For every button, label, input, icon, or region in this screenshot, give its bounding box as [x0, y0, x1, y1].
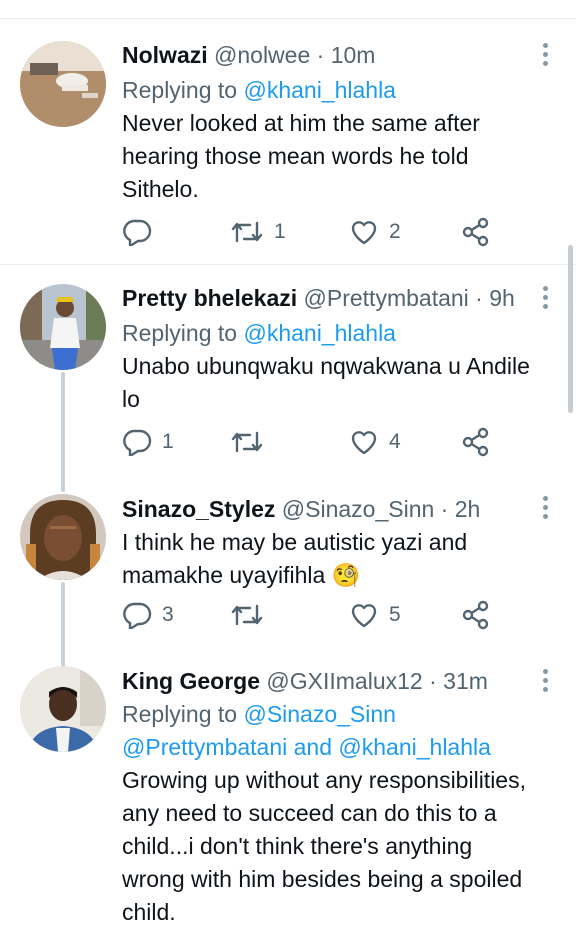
- share-icon: [462, 600, 489, 630]
- avatar-king-george[interactable]: [20, 666, 106, 752]
- thread-connector: [61, 582, 65, 667]
- display-name[interactable]: Sinazo_Stylez: [122, 496, 275, 522]
- tweet-header: Pretty bhelekazi @Prettymbatani · 9h: [122, 283, 540, 313]
- share-button[interactable]: [462, 427, 492, 457]
- user-handle[interactable]: @nolwee: [214, 42, 310, 68]
- replying-to-prefix: Replying to: [122, 701, 244, 727]
- more-icon[interactable]: [542, 669, 550, 696]
- reply-count: 3: [162, 603, 174, 626]
- reply-count: 1: [162, 430, 174, 453]
- tweet-text: Unabo ubunqwaku nqwakwana u Andile lo: [122, 350, 540, 416]
- tweet-text-segment: mamakhe uyayifihla: [122, 562, 326, 588]
- retweet-button[interactable]: [230, 427, 274, 457]
- avatar-sinazo-stylez[interactable]: [20, 494, 106, 580]
- more-icon[interactable]: [542, 286, 550, 313]
- replying-to-prefix: Replying to: [122, 320, 244, 346]
- like-icon: [351, 604, 377, 628]
- retweet-icon: [231, 604, 263, 626]
- tweet-text-line: Unabo ubunqwaku nqwakwana u Andile: [122, 353, 530, 379]
- like-button[interactable]: 5: [349, 600, 401, 630]
- share-button[interactable]: [462, 217, 492, 247]
- scrollbar[interactable]: [568, 245, 573, 413]
- display-name[interactable]: Pretty bhelekazi: [122, 285, 297, 311]
- like-count: 2: [389, 220, 401, 243]
- dot-separator: ·: [310, 42, 331, 68]
- replying-to: Replying to @khani_hlahla: [122, 74, 540, 107]
- tweet-text-line: mamakhe uyayifihla 🧐: [122, 559, 540, 592]
- like-button[interactable]: 4: [349, 427, 401, 457]
- retweet-button[interactable]: 1: [230, 217, 286, 247]
- user-handle[interactable]: @Sinazo_Sinn: [282, 496, 435, 522]
- top-divider: [0, 18, 576, 19]
- mention-link[interactable]: @khani_hlahla: [243, 77, 396, 103]
- timestamp[interactable]: 10m: [331, 42, 376, 68]
- like-icon: [351, 221, 377, 245]
- action-bar: 3 5: [122, 600, 502, 630]
- retweet-count: 1: [274, 220, 286, 243]
- like-button[interactable]: 2: [349, 217, 401, 247]
- replying-to: Replying to @khani_hlahla: [122, 317, 540, 350]
- reply-button[interactable]: [122, 217, 162, 247]
- monocle-face-emoji: 🧐: [331, 562, 361, 588]
- user-handle[interactable]: @GXIImalux12: [266, 668, 422, 694]
- like-icon: [351, 431, 377, 455]
- display-name[interactable]: King George: [122, 668, 260, 694]
- share-icon: [462, 217, 489, 247]
- tweet-text-line: any need to succeed can do this to a: [122, 800, 497, 826]
- tweet-text-line: child...i don't think there's anything: [122, 833, 473, 859]
- tweet-text-line: I think he may be autistic yazi and: [122, 529, 468, 555]
- retweet-button[interactable]: [230, 600, 274, 630]
- avatar-pretty-bhelekazi[interactable]: [20, 284, 106, 370]
- like-count: 4: [389, 430, 401, 453]
- reply-icon: [123, 602, 152, 629]
- mention-link[interactable]: @Prettymbatani: [122, 734, 287, 760]
- more-icon[interactable]: [542, 496, 550, 523]
- like-count: 5: [389, 603, 401, 626]
- reply-button[interactable]: 3: [122, 600, 174, 630]
- tweet-text: Never looked at him the same after heari…: [122, 107, 540, 206]
- tweet-text-line: Never looked at him the same after: [122, 110, 480, 136]
- dot-separator: ·: [422, 668, 444, 694]
- mention-link[interactable]: @khani_hlahla: [243, 320, 396, 346]
- tweet-text-line: child.: [122, 899, 176, 925]
- tweet-text-line: lo: [122, 386, 140, 412]
- reply-button[interactable]: 1: [122, 427, 174, 457]
- tweet-text-line: wrong with him besides being a spoiled: [122, 866, 523, 892]
- tweet-text: I think he may be autistic yazi and mama…: [122, 526, 540, 592]
- tweet-divider: [0, 264, 576, 265]
- mention-link[interactable]: @khani_hlahla: [338, 734, 491, 760]
- tweet-header: King George @GXIImalux12 · 31m: [122, 666, 540, 696]
- mention-link[interactable]: @Sinazo_Sinn: [243, 701, 396, 727]
- replying-to-prefix: Replying to: [122, 77, 244, 103]
- tweet-text-line: hearing those mean words he told: [122, 143, 469, 169]
- retweet-icon: [231, 221, 263, 243]
- action-bar: 1 4: [122, 427, 502, 457]
- display-name[interactable]: Nolwazi: [122, 42, 208, 68]
- share-icon: [462, 427, 489, 457]
- replying-and: and: [287, 734, 339, 760]
- tweet-text: Growing up without any responsibilities,…: [122, 764, 540, 929]
- replying-to: Replying to @Sinazo_Sinn @Prettymbatani …: [122, 698, 540, 764]
- tweet-text-line: Growing up without any responsibilities,: [122, 767, 526, 793]
- share-button[interactable]: [462, 600, 492, 630]
- retweet-icon: [231, 431, 263, 453]
- user-handle[interactable]: @Prettymbatani: [304, 285, 469, 311]
- avatar-nolwazi[interactable]: [20, 41, 106, 127]
- tweet-text-line: Sithelo.: [122, 176, 199, 202]
- thread-connector: [61, 372, 65, 492]
- timestamp[interactable]: 9h: [489, 285, 515, 311]
- tweet-header: Nolwazi @nolwee · 10m: [122, 40, 540, 70]
- tweet-header: Sinazo_Stylez @Sinazo_Sinn · 2h: [122, 494, 540, 524]
- action-bar: 1 2: [122, 217, 502, 247]
- dot-separator: ·: [468, 285, 490, 311]
- timestamp[interactable]: 2h: [455, 496, 481, 522]
- dot-separator: ·: [434, 496, 455, 522]
- timestamp[interactable]: 31m: [443, 668, 488, 694]
- reply-icon: [123, 219, 152, 246]
- reply-icon: [123, 429, 152, 456]
- more-icon[interactable]: [542, 43, 550, 70]
